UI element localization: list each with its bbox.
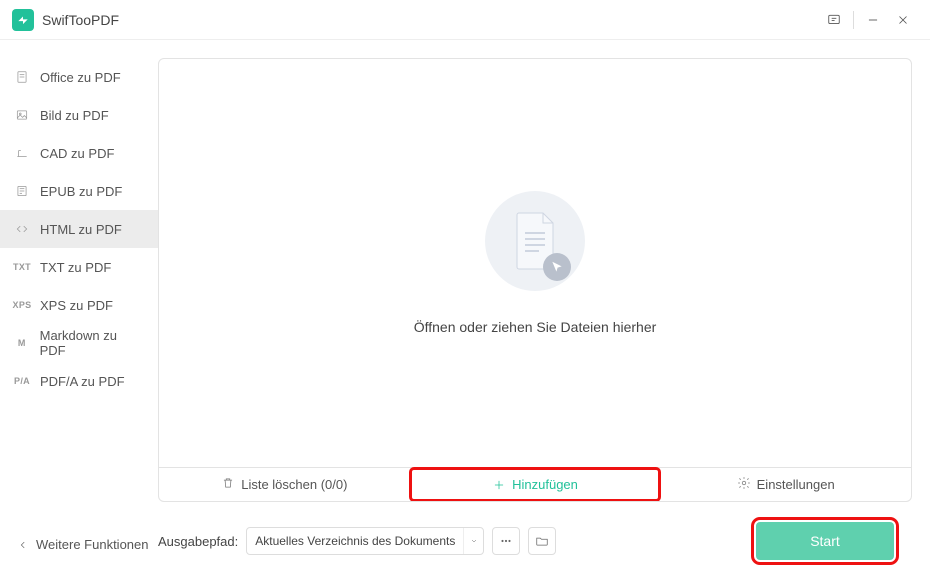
pdfa-icon: P/A bbox=[14, 376, 30, 386]
sidebar-item-label: TXT zu PDF bbox=[40, 260, 111, 275]
sidebar-item-html[interactable]: HTML zu PDF bbox=[0, 210, 158, 248]
gear-icon bbox=[737, 476, 751, 493]
settings-button[interactable]: Einstellungen bbox=[660, 468, 911, 501]
sidebar-item-label: XPS zu PDF bbox=[40, 298, 113, 313]
sidebar-item-label: Markdown zu PDF bbox=[40, 328, 144, 358]
add-button[interactable]: Hinzufügen bbox=[410, 468, 661, 501]
start-highlight: Start bbox=[756, 522, 894, 560]
sidebar-item-image[interactable]: Bild zu PDF bbox=[0, 96, 158, 134]
chevron-down-icon bbox=[463, 528, 483, 554]
sidebar-item-epub[interactable]: EPUB zu PDF bbox=[0, 172, 158, 210]
sidebar-item-label: CAD zu PDF bbox=[40, 146, 114, 161]
plus-icon bbox=[492, 478, 506, 492]
app-title: SwifTooPDF bbox=[42, 12, 119, 28]
output-path-value: Aktuelles Verzeichnis des Dokuments bbox=[247, 534, 463, 548]
chevron-left-icon bbox=[18, 540, 28, 550]
drop-illustration-icon bbox=[485, 191, 585, 291]
office-icon bbox=[14, 70, 30, 84]
more-options-button[interactable] bbox=[492, 527, 520, 555]
output-path-select[interactable]: Aktuelles Verzeichnis des Dokuments bbox=[246, 527, 484, 555]
more-functions-label: Weitere Funktionen bbox=[36, 537, 149, 552]
main-area: Öffnen oder ziehen Sie Dateien hierher L… bbox=[158, 40, 930, 580]
browse-folder-button[interactable] bbox=[528, 527, 556, 555]
sidebar-item-office[interactable]: Office zu PDF bbox=[0, 58, 158, 96]
sidebar-item-label: Office zu PDF bbox=[40, 70, 121, 85]
sidebar-item-markdown[interactable]: M Markdown zu PDF bbox=[0, 324, 158, 362]
xps-icon: XPS bbox=[14, 300, 30, 310]
markdown-icon: M bbox=[14, 338, 30, 348]
cursor-icon bbox=[543, 253, 571, 281]
epub-icon bbox=[14, 184, 30, 198]
html-icon bbox=[14, 222, 30, 236]
app-logo bbox=[12, 9, 34, 31]
feedback-icon[interactable] bbox=[819, 5, 849, 35]
sidebar: Office zu PDF Bild zu PDF CAD zu PDF EPU… bbox=[0, 40, 158, 580]
start-button[interactable]: Start bbox=[756, 522, 894, 560]
footer: Ausgabepfad: Aktuelles Verzeichnis des D… bbox=[158, 502, 912, 580]
add-label: Hinzufügen bbox=[512, 477, 578, 492]
image-icon bbox=[14, 108, 30, 122]
close-icon[interactable] bbox=[888, 5, 918, 35]
sidebar-item-cad[interactable]: CAD zu PDF bbox=[0, 134, 158, 172]
file-panel: Öffnen oder ziehen Sie Dateien hierher L… bbox=[158, 58, 912, 502]
titlebar-separator bbox=[853, 11, 854, 29]
action-bar: Liste löschen (0/0) Hinzufügen Einstellu… bbox=[159, 467, 911, 501]
sidebar-item-txt[interactable]: TXT TXT zu PDF bbox=[0, 248, 158, 286]
sidebar-item-xps[interactable]: XPS XPS zu PDF bbox=[0, 286, 158, 324]
start-label: Start bbox=[810, 533, 840, 549]
settings-label: Einstellungen bbox=[757, 477, 835, 492]
clear-list-label: Liste löschen (0/0) bbox=[241, 477, 347, 492]
cad-icon bbox=[14, 146, 30, 160]
txt-icon: TXT bbox=[14, 262, 30, 272]
minimize-icon[interactable] bbox=[858, 5, 888, 35]
titlebar: SwifTooPDF bbox=[0, 0, 930, 40]
drop-area[interactable]: Öffnen oder ziehen Sie Dateien hierher bbox=[159, 59, 911, 467]
sidebar-item-label: Bild zu PDF bbox=[40, 108, 109, 123]
sidebar-item-label: EPUB zu PDF bbox=[40, 184, 122, 199]
clear-list-button[interactable]: Liste löschen (0/0) bbox=[159, 468, 410, 501]
output-label: Ausgabepfad: bbox=[158, 534, 238, 549]
sidebar-item-label: PDF/A zu PDF bbox=[40, 374, 125, 389]
more-functions-link[interactable]: Weitere Funktionen bbox=[0, 537, 158, 552]
sidebar-item-label: HTML zu PDF bbox=[40, 222, 122, 237]
sidebar-item-pdfa[interactable]: P/A PDF/A zu PDF bbox=[0, 362, 158, 400]
drop-text: Öffnen oder ziehen Sie Dateien hierher bbox=[414, 319, 657, 335]
trash-icon bbox=[221, 476, 235, 493]
